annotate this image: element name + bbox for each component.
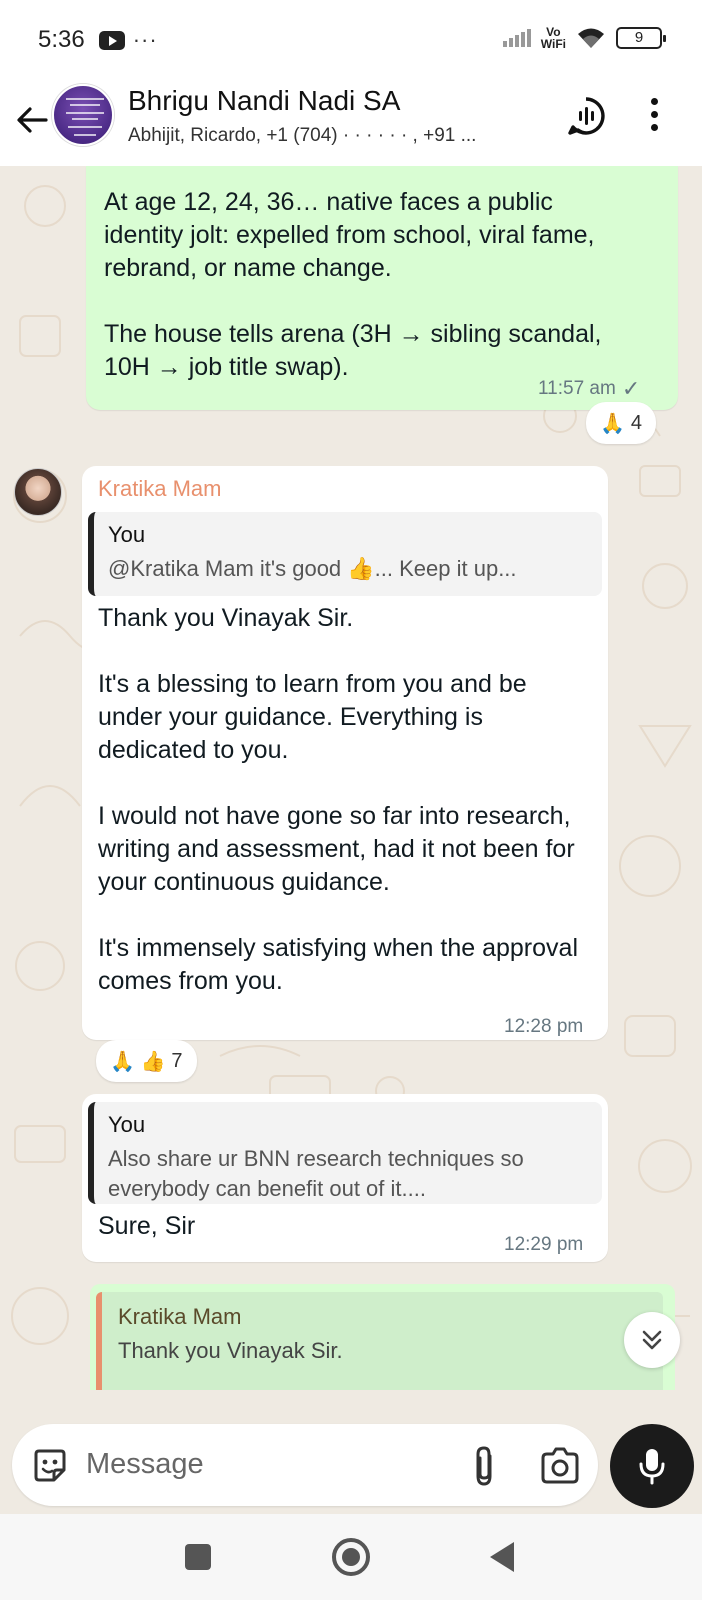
- battery-level: 9: [634, 29, 644, 46]
- message-bubble-incoming[interactable]: You Also share ur BNN research technique…: [82, 1094, 608, 1262]
- reply-text: Thank you Vinayak Sir.: [118, 1338, 343, 1363]
- message-bubble-incoming[interactable]: Kratika Mam You @Kratika Mam it's good 👍…: [82, 466, 608, 1040]
- message-bubble-outgoing[interactable]: At age 12, 24, 36… native faces a public…: [86, 166, 678, 410]
- chevron-double-down-icon: [642, 1330, 662, 1350]
- status-bar: 5:36 ··· Vo WiFi 9: [0, 0, 702, 80]
- home-button[interactable]: [332, 1538, 370, 1576]
- quote-text: Also share ur BNN research techniques so…: [108, 1146, 524, 1201]
- sender-avatar[interactable]: [14, 468, 62, 516]
- message-input[interactable]: [86, 1442, 366, 1486]
- back-button[interactable]: [490, 1542, 514, 1572]
- message-text: Thank you Vinayak Sir. It's a blessing t…: [98, 604, 578, 995]
- status-icons: Vo WiFi 9: [502, 26, 666, 50]
- quote-author: You: [108, 1112, 146, 1137]
- quote-text: @Kratika Mam it's good 👍... Keep it up..…: [108, 556, 517, 581]
- scroll-to-bottom-button[interactable]: [624, 1312, 680, 1368]
- system-nav-bar: [0, 1514, 702, 1600]
- reply-preview-quote[interactable]: Kratika Mam Thank you Vinayak Sir.: [96, 1292, 663, 1390]
- wifi-icon: [578, 28, 604, 48]
- chat-header: Bhrigu Nandi Nadi SA Abhijit, Ricardo, +…: [0, 80, 702, 166]
- voice-chat-icon[interactable]: [566, 96, 606, 136]
- vowifi-indicator: Vo WiFi: [541, 26, 566, 50]
- reaction-count: 7: [171, 1049, 183, 1072]
- paperclip-icon[interactable]: [464, 1444, 504, 1488]
- quoted-message[interactable]: You Also share ur BNN research technique…: [88, 1102, 602, 1204]
- sender-name[interactable]: Kratika Mam: [98, 476, 221, 502]
- more-notifications-icon: ···: [132, 27, 158, 52]
- reaction-pill[interactable]: 🙏 👍 7: [96, 1040, 197, 1082]
- reply-author: Kratika Mam: [118, 1304, 242, 1329]
- sent-check-icon: ✓: [621, 376, 641, 401]
- chat-area[interactable]: At age 12, 24, 36… native faces a public…: [0, 166, 702, 1416]
- message-time: 12:28 pm: [504, 1016, 584, 1037]
- message-composer: [12, 1424, 598, 1506]
- message-meta: 11:57 am ✓: [538, 376, 640, 402]
- sticker-emoji-icon[interactable]: [30, 1446, 70, 1486]
- quoted-message[interactable]: You @Kratika Mam it's good 👍... Keep it …: [88, 512, 602, 596]
- camera-icon[interactable]: [538, 1444, 582, 1488]
- more-vert-icon[interactable]: [648, 98, 660, 136]
- vowifi-bottom: WiFi: [540, 37, 566, 51]
- reply-preview[interactable]: Kratika Mam Thank you Vinayak Sir.: [90, 1284, 675, 1390]
- youtube-notification-icon: [98, 30, 125, 50]
- reaction-emojis: 🙏: [600, 412, 625, 435]
- recents-button[interactable]: [185, 1544, 211, 1570]
- message-text: At age 12, 24, 36… native faces a public…: [104, 188, 602, 381]
- back-arrow-icon[interactable]: [12, 100, 52, 140]
- message-text: Sure, Sir: [98, 1212, 196, 1240]
- reaction-count: 4: [630, 411, 643, 434]
- reaction-pill[interactable]: 🙏 4: [586, 402, 657, 444]
- status-time: 5:36: [38, 26, 85, 53]
- signal-icon: [502, 29, 531, 47]
- message-time: 11:57 am: [538, 378, 616, 399]
- reaction-emojis: 🙏 👍: [110, 1050, 166, 1073]
- quote-author: You: [108, 522, 146, 547]
- chat-participants[interactable]: Abhijit, Ricardo, +1 (704) · · · · · · ,…: [128, 125, 528, 147]
- microphone-icon: [639, 1449, 665, 1485]
- voice-record-button[interactable]: [610, 1424, 694, 1508]
- chat-title[interactable]: Bhrigu Nandi Nadi SA: [128, 85, 400, 117]
- message-time: 12:29 pm: [504, 1234, 584, 1255]
- group-avatar[interactable]: [52, 84, 114, 146]
- battery-icon: 9: [616, 27, 666, 49]
